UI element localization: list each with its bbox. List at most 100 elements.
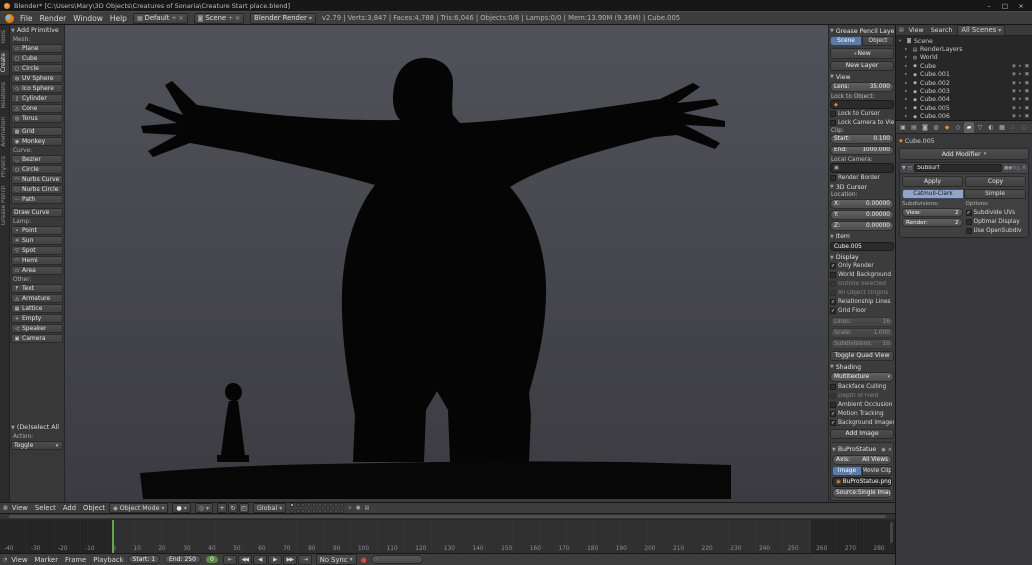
toggle-quad-view-button[interactable]: Toggle Quad View [830,351,894,361]
add-curve-button[interactable]: ○ Circle [11,165,63,174]
outliner-row[interactable]: ▸ ◆ Cube.005 ◉ ▸ ▣ [896,104,1032,112]
item-name-field[interactable]: Cube.005 [830,242,894,251]
add-object-button[interactable]: ▦ Lattice [11,304,63,313]
layer-dot[interactable] [290,503,294,507]
add-object-button[interactable]: ◁ Speaker [11,324,63,333]
outliner-row[interactable]: ▸ ◆ Cube.003 ◉ ▸ ▣ [896,87,1032,95]
add-object-button[interactable]: ◬ Armature [11,294,63,303]
lock-to-cursor-checkbox[interactable]: ✓ Lock to Cursor [830,110,894,118]
algorithm-option[interactable]: Catmull-Clark [902,189,964,199]
visibility-eye-icon[interactable]: ◉ [1012,97,1016,102]
selectability-icon[interactable]: ▸ [1019,114,1021,119]
gp-source-option[interactable]: Object [862,36,894,46]
frame-end-field[interactable]: End: 250 [164,555,201,564]
shading-option-checkbox[interactable]: ✓ Depth of Field [830,392,894,401]
cursor-axis-field[interactable]: X: 0.00000 [830,199,894,209]
expand-icon[interactable]: ▸ [905,89,910,94]
renderability-icon[interactable]: ▣ [1024,106,1029,111]
modifier-name-field[interactable]: Subsurf [914,164,1002,172]
selectability-icon[interactable]: ▸ [1019,89,1021,94]
modifier-option-checkbox[interactable]: ✓ Optimal Display [966,217,1027,226]
opengl-render-anim-icon[interactable]: ▤ [365,505,370,511]
outliner-row[interactable]: ▸ ◆ Cube.001 ◉ ▸ ▣ [896,71,1032,79]
transport-button[interactable]: ◀◀ [238,555,252,565]
properties-tab[interactable]: ▣ [898,122,908,133]
current-frame-field[interactable]: 0 [205,555,219,564]
outliner-row[interactable]: ▸ ◆ Cube ◉ ▸ ▣ [896,62,1032,70]
add-mesh-button[interactable]: ▱ Plane [11,44,63,53]
add-lamp-button[interactable]: ▽ Spot [11,246,63,255]
toolshelf-tab[interactable]: Tools [0,27,9,47]
renderability-icon[interactable]: ▣ [1024,89,1029,94]
operator-panel-header[interactable]: ▼ (De)select All [11,423,63,432]
add-object-button[interactable]: F Text [11,284,63,293]
close-button[interactable]: × [1014,2,1028,10]
viewport-menu-item[interactable]: View [12,504,28,512]
selectability-icon[interactable]: ▸ [1019,81,1021,86]
add-mesh-button[interactable]: △ Cone [11,104,63,113]
add-mesh-button[interactable]: ◍ UV Sphere [11,74,63,83]
visibility-eye-icon[interactable]: ◉ [1012,72,1016,77]
keying-set-field[interactable]: ◦ [371,555,423,564]
layer-dot[interactable] [340,503,344,507]
properties-tab[interactable]: ◐ [986,122,996,133]
screen-layout-selector[interactable]: ▦ Default + × [133,13,188,24]
outliner-menu-item[interactable]: View [909,27,924,34]
properties-tab[interactable]: ∴ [1008,122,1018,133]
draw-curve-button[interactable]: Draw Curve [11,208,63,217]
layer-dot[interactable] [307,503,311,507]
add-curve-button[interactable]: ◠ Nurbs Curve [11,175,63,184]
expand-icon[interactable]: ▸ [905,64,910,69]
render-engine-selector[interactable]: Blender Render ▾ [250,13,316,24]
add-lamp-button[interactable]: ▭ Area [11,266,63,275]
shading-option-checkbox[interactable]: ✓ Ambient Occlusion [830,401,894,410]
add-mesh-button[interactable]: ◉ Monkey [11,137,63,146]
add-curve-button[interactable]: ⋯ Path [11,195,63,204]
transform-orientation-selector[interactable]: Global ▾ [253,503,286,513]
add-object-button[interactable]: + Empty [11,314,63,323]
properties-tab[interactable]: ◌ [1019,122,1029,133]
layer-dot[interactable] [307,509,311,513]
display-option-checkbox[interactable]: ✓ Only Render [830,262,894,271]
add-lamp-button[interactable]: ☀ Sun [11,236,63,245]
expand-icon[interactable]: ▾ [899,39,904,44]
properties-tab[interactable]: ▰ [964,122,974,133]
layer-dot[interactable] [290,509,294,513]
properties-tab[interactable]: ◙ [920,122,930,133]
new-layer-button[interactable]: New Layer [830,61,894,71]
display-option-checkbox[interactable]: ✓ All Object Origins [830,289,894,298]
cursor-axis-field[interactable]: Z: 0.00000 [830,221,894,231]
transport-button[interactable]: ▶▶ [283,555,297,565]
manipulator-button[interactable]: ↻ [228,503,238,513]
display-option-checkbox[interactable]: ✓ Grid Floor [830,307,894,316]
timeline-menu-item[interactable]: Marker [35,556,59,564]
properties-tab[interactable]: ◍ [931,122,941,133]
gp-source-option[interactable]: Scene [830,36,862,46]
outliner-scene-row[interactable]: ▾ ◙ Scene [896,37,1032,45]
add-mesh-button[interactable]: ▢ Cube [11,54,63,63]
timeline-editor-icon[interactable]: ◔ [3,557,7,563]
snap-magnet-icon[interactable]: ∪ [348,505,352,511]
properties-tab[interactable]: ◆ [942,122,952,133]
add-object-button[interactable]: ▣ Camera [11,334,63,343]
add-modifier-dropdown[interactable]: Add Modifier ▾ [899,148,1029,160]
display-option-checkbox[interactable]: ✓ Relationship Lines [830,298,894,307]
grid-setting-field[interactable]: Subdivisions: 10 [830,339,894,349]
visibility-eye-icon[interactable]: ◉ [1012,81,1016,86]
layer-dot[interactable] [329,503,333,507]
layer-dot[interactable] [312,503,316,507]
delete-modifier-icon[interactable]: × [1022,166,1026,171]
selectability-icon[interactable]: ▸ [1019,106,1021,111]
renderability-icon[interactable]: ▣ [1024,72,1029,77]
action-dropdown[interactable]: Toggle ▾ [11,441,63,450]
add-mesh-button[interactable]: ◎ Torus [11,114,63,123]
expand-icon[interactable]: ▸ [905,97,910,102]
display-panel-header[interactable]: ▼ Display [830,252,894,261]
outliner-row[interactable]: ▸ ◆ Cube.002 ◉ ▸ ▣ [896,79,1032,87]
background-image-header[interactable]: ▼ BuProStatue ◉ × [832,444,892,454]
shading-mode-dropdown[interactable]: Multitexture ▾ [830,372,894,381]
add-mesh-button[interactable]: ▯ Cylinder [11,94,63,103]
timeline-editor[interactable]: -40-30-20-100102030405060708090100110120… [0,514,895,553]
layer-dot[interactable] [301,509,305,513]
cursor-panel-header[interactable]: ▼ 3D Cursor [830,182,894,191]
